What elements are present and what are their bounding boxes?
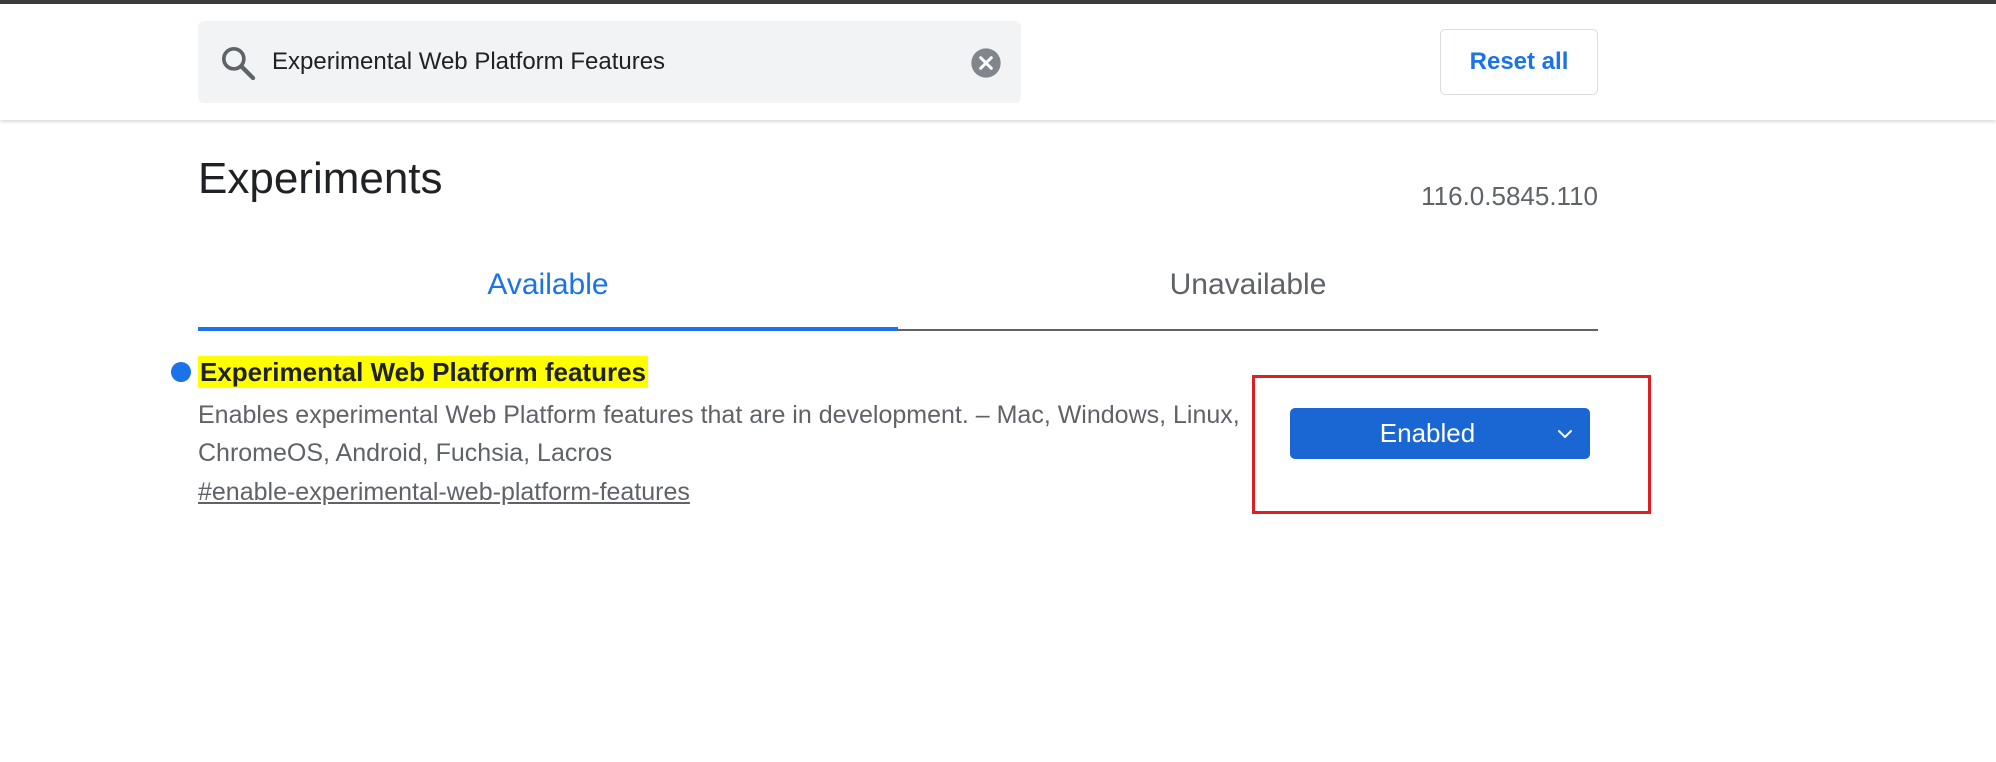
header-bar: Reset all [0, 4, 1996, 120]
search-icon [222, 47, 256, 81]
experiment-title: Experimental Web Platform features [198, 356, 648, 388]
modified-indicator-dot [171, 362, 191, 382]
experiment-state-select[interactable]: Enabled [1290, 408, 1590, 459]
tab-available[interactable]: Available [198, 252, 898, 331]
experiment-description: Enables experimental Web Platform featur… [198, 401, 1240, 467]
search-box[interactable] [198, 21, 1021, 103]
chevron-down-icon [1558, 430, 1572, 438]
page-title: Experiments [198, 154, 443, 203]
search-input[interactable] [272, 21, 952, 103]
tab-bar: Available Unavailable [198, 252, 1598, 331]
experiment-permalink[interactable]: #enable-experimental-web-platform-featur… [198, 478, 690, 507]
tab-unavailable[interactable]: Unavailable [898, 252, 1598, 329]
select-value: Enabled [1379, 418, 1476, 448]
version-label: 116.0.5845.110 [1421, 181, 1598, 211]
clear-icon[interactable] [970, 47, 1002, 79]
reset-all-button[interactable]: Reset all [1440, 29, 1598, 95]
